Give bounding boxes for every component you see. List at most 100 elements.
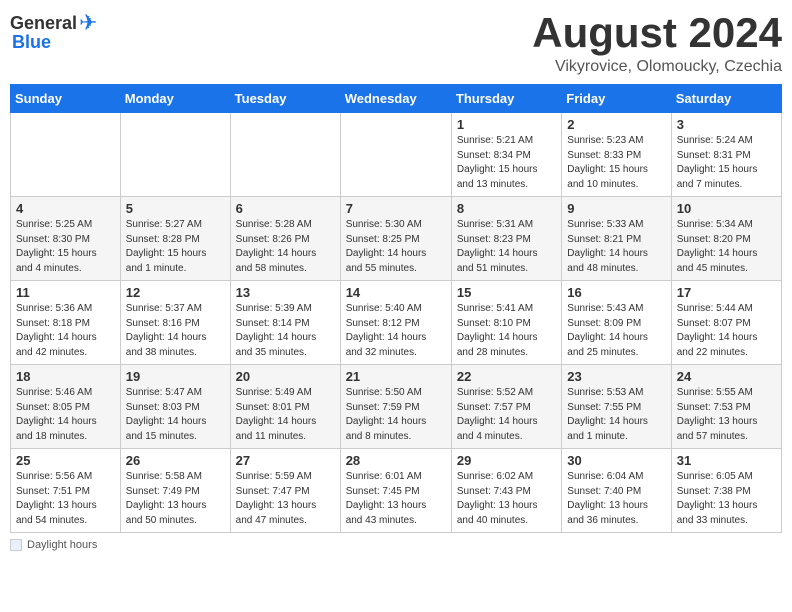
- day-number: 5: [126, 201, 225, 216]
- day-number: 11: [16, 285, 115, 300]
- calendar-week-row: 11Sunrise: 5:36 AM Sunset: 8:18 PM Dayli…: [11, 281, 782, 365]
- day-number: 23: [567, 369, 665, 384]
- day-number: 17: [677, 285, 776, 300]
- calendar-cell: 15Sunrise: 5:41 AM Sunset: 8:10 PM Dayli…: [451, 281, 561, 365]
- calendar-week-row: 4 Sunrise: 5:25 AM Sunset: 8:30 PM Daylig…: [11, 197, 782, 281]
- day-info: Sunrise: 6:04 AM Sunset: 7:40 PM Dayligh…: [567, 470, 665, 528]
- day-number: 7: [346, 201, 446, 216]
- calendar-cell: 3Sunrise: 5:24 AM Sunset: 8:31 PM Daylig…: [671, 113, 781, 197]
- calendar-cell: 6 Sunrise: 5:28 AM Sunset: 8:26 PM Daylig…: [230, 197, 340, 281]
- location-subtitle: Vikyrovice, Olomoucky, Czechia: [532, 58, 782, 76]
- calendar-cell: 22Sunrise: 5:52 AM Sunset: 7:57 PM Dayli…: [451, 365, 561, 449]
- day-info: Sunrise: 5:58 AM Sunset: 7:49 PM Dayligh…: [126, 470, 225, 528]
- day-info: Sunrise: 5:40 AM Sunset: 8:12 PM Dayligh…: [346, 302, 446, 360]
- day-number: 4: [16, 201, 115, 216]
- calendar-header-wednesday: Wednesday: [340, 85, 451, 113]
- calendar-header-row: SundayMondayTuesdayWednesdayThursdayFrid…: [11, 85, 782, 113]
- calendar-cell: [120, 113, 230, 197]
- day-info: Sunrise: 5:30 AM Sunset: 8:25 PM Dayligh…: [346, 218, 446, 276]
- day-number: 24: [677, 369, 776, 384]
- day-number: 14: [346, 285, 446, 300]
- logo-bird-icon: ✈: [79, 10, 97, 36]
- calendar-cell: 5 Sunrise: 5:27 AM Sunset: 8:28 PM Daylig…: [120, 197, 230, 281]
- day-info: Sunrise: 6:02 AM Sunset: 7:43 PM Dayligh…: [457, 470, 556, 528]
- day-number: 27: [236, 453, 335, 468]
- daylight-legend: Daylight hours: [10, 539, 97, 551]
- month-year-title: August 2024: [532, 10, 782, 56]
- calendar-header-thursday: Thursday: [451, 85, 561, 113]
- calendar-header-friday: Friday: [562, 85, 671, 113]
- day-info: Sunrise: 5:55 AM Sunset: 7:53 PM Dayligh…: [677, 386, 776, 444]
- day-info: Sunrise: 5:49 AM Sunset: 8:01 PM Dayligh…: [236, 386, 335, 444]
- calendar-cell: 4 Sunrise: 5:25 AM Sunset: 8:30 PM Daylig…: [11, 197, 121, 281]
- day-number: 29: [457, 453, 556, 468]
- calendar-cell: 29 Sunrise: 6:02 AM Sunset: 7:43 PM Dayli…: [451, 449, 561, 533]
- day-info: Sunrise: 5:27 AM Sunset: 8:28 PM Dayligh…: [126, 218, 225, 276]
- day-info: Sunrise: 5:53 AM Sunset: 7:55 PM Dayligh…: [567, 386, 665, 444]
- calendar-cell: 12 Sunrise: 5:37 AM Sunset: 8:16 PM Dayli…: [120, 281, 230, 365]
- day-number: 10: [677, 201, 776, 216]
- calendar-table: SundayMondayTuesdayWednesdayThursdayFrid…: [10, 84, 782, 533]
- calendar-cell: 30 Sunrise: 6:04 AM Sunset: 7:40 PM Dayli…: [562, 449, 671, 533]
- calendar-header-monday: Monday: [120, 85, 230, 113]
- day-number: 13: [236, 285, 335, 300]
- day-number: 28: [346, 453, 446, 468]
- calendar-cell: 11Sunrise: 5:36 AM Sunset: 8:18 PM Dayli…: [11, 281, 121, 365]
- calendar-cell: 28Sunrise: 6:01 AM Sunset: 7:45 PM Dayli…: [340, 449, 451, 533]
- day-info: Sunrise: 5:39 AM Sunset: 8:14 PM Dayligh…: [236, 302, 335, 360]
- day-info: Sunrise: 5:59 AM Sunset: 7:47 PM Dayligh…: [236, 470, 335, 528]
- day-info: Sunrise: 5:28 AM Sunset: 8:26 PM Dayligh…: [236, 218, 335, 276]
- day-info: Sunrise: 6:05 AM Sunset: 7:38 PM Dayligh…: [677, 470, 776, 528]
- day-number: 26: [126, 453, 225, 468]
- day-number: 2: [567, 117, 665, 132]
- calendar-header-saturday: Saturday: [671, 85, 781, 113]
- calendar-cell: 14 Sunrise: 5:40 AM Sunset: 8:12 PM Dayli…: [340, 281, 451, 365]
- calendar-cell: 1 Sunrise: 5:21 AM Sunset: 8:34 PM Daylig…: [451, 113, 561, 197]
- logo: General ✈ Blue: [10, 10, 97, 53]
- day-info: Sunrise: 5:23 AM Sunset: 8:33 PM Dayligh…: [567, 134, 665, 192]
- calendar-cell: 10 Sunrise: 5:34 AM Sunset: 8:20 PM Dayli…: [671, 197, 781, 281]
- day-info: Sunrise: 5:37 AM Sunset: 8:16 PM Dayligh…: [126, 302, 225, 360]
- day-info: Sunrise: 5:25 AM Sunset: 8:30 PM Dayligh…: [16, 218, 115, 276]
- calendar-cell: [230, 113, 340, 197]
- calendar-cell: 9Sunrise: 5:33 AM Sunset: 8:21 PM Daylig…: [562, 197, 671, 281]
- day-info: Sunrise: 5:31 AM Sunset: 8:23 PM Dayligh…: [457, 218, 556, 276]
- calendar-week-row: 25 Sunrise: 5:56 AM Sunset: 7:51 PM Dayli…: [11, 449, 782, 533]
- logo-general-text: General: [10, 13, 77, 34]
- calendar-cell: 24 Sunrise: 5:55 AM Sunset: 7:53 PM Dayli…: [671, 365, 781, 449]
- calendar-cell: 7 Sunrise: 5:30 AM Sunset: 8:25 PM Daylig…: [340, 197, 451, 281]
- calendar-cell: 21Sunrise: 5:50 AM Sunset: 7:59 PM Dayli…: [340, 365, 451, 449]
- day-number: 6: [236, 201, 335, 216]
- calendar-cell: [340, 113, 451, 197]
- calendar-week-row: 18Sunrise: 5:46 AM Sunset: 8:05 PM Dayli…: [11, 365, 782, 449]
- calendar-cell: 18Sunrise: 5:46 AM Sunset: 8:05 PM Dayli…: [11, 365, 121, 449]
- day-number: 8: [457, 201, 556, 216]
- calendar-week-row: 1 Sunrise: 5:21 AM Sunset: 8:34 PM Daylig…: [11, 113, 782, 197]
- day-number: 20: [236, 369, 335, 384]
- calendar-header-tuesday: Tuesday: [230, 85, 340, 113]
- daylight-label: Daylight hours: [27, 539, 97, 551]
- calendar-cell: 20 Sunrise: 5:49 AM Sunset: 8:01 PM Dayli…: [230, 365, 340, 449]
- day-info: Sunrise: 5:56 AM Sunset: 7:51 PM Dayligh…: [16, 470, 115, 528]
- day-info: Sunrise: 5:47 AM Sunset: 8:03 PM Dayligh…: [126, 386, 225, 444]
- calendar-cell: 2 Sunrise: 5:23 AM Sunset: 8:33 PM Daylig…: [562, 113, 671, 197]
- logo-blue-text: Blue: [12, 32, 51, 53]
- day-number: 31: [677, 453, 776, 468]
- calendar-cell: 19 Sunrise: 5:47 AM Sunset: 8:03 PM Dayli…: [120, 365, 230, 449]
- day-number: 12: [126, 285, 225, 300]
- calendar-cell: 27 Sunrise: 5:59 AM Sunset: 7:47 PM Dayli…: [230, 449, 340, 533]
- calendar-footer: Daylight hours: [10, 539, 782, 551]
- calendar-cell: 13 Sunrise: 5:39 AM Sunset: 8:14 PM Dayli…: [230, 281, 340, 365]
- day-number: 30: [567, 453, 665, 468]
- day-number: 9: [567, 201, 665, 216]
- calendar-cell: 25 Sunrise: 5:56 AM Sunset: 7:51 PM Dayli…: [11, 449, 121, 533]
- day-info: Sunrise: 5:43 AM Sunset: 8:09 PM Dayligh…: [567, 302, 665, 360]
- day-info: Sunrise: 5:21 AM Sunset: 8:34 PM Dayligh…: [457, 134, 556, 192]
- day-number: 21: [346, 369, 446, 384]
- day-number: 25: [16, 453, 115, 468]
- day-number: 19: [126, 369, 225, 384]
- day-number: 1: [457, 117, 556, 132]
- day-info: Sunrise: 5:34 AM Sunset: 8:20 PM Dayligh…: [677, 218, 776, 276]
- day-number: 3: [677, 117, 776, 132]
- day-info: Sunrise: 5:44 AM Sunset: 8:07 PM Dayligh…: [677, 302, 776, 360]
